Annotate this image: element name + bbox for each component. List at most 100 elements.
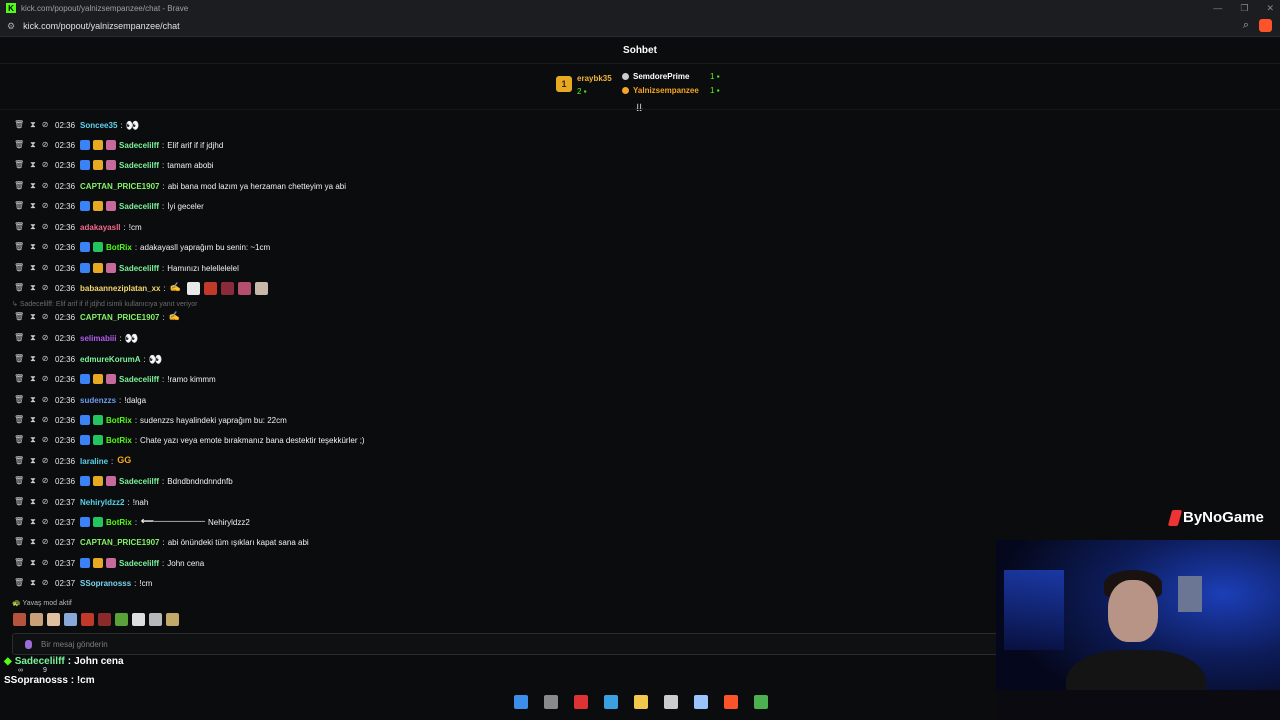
windows-icon[interactable] <box>514 695 528 709</box>
trash-icon[interactable]: 🗑 <box>14 374 24 384</box>
trash-icon[interactable]: 🗑 <box>14 160 24 170</box>
timeout-icon[interactable]: ⧗ <box>30 242 36 252</box>
timeout-icon[interactable]: ⧗ <box>30 578 36 588</box>
message-username[interactable]: BotRix <box>106 518 132 527</box>
message-username[interactable]: Sadecelilff <box>119 559 159 568</box>
message-username[interactable]: adakayasll <box>80 223 120 232</box>
timeout-icon[interactable]: ⧗ <box>30 312 36 322</box>
message-username[interactable]: Sadecelilff <box>119 375 159 384</box>
quick-emote-icon[interactable] <box>81 613 94 626</box>
ban-icon[interactable]: ⊘ <box>42 395 49 405</box>
timeout-icon[interactable]: ⧗ <box>30 354 36 364</box>
chat-message[interactable]: 🗑 ⧗ ⊘ 02:36 selimabiii: 👀 <box>14 331 138 345</box>
chat-input-box[interactable]: Bir mesaj gönderin <box>12 633 998 655</box>
timeout-icon[interactable]: ⧗ <box>30 374 36 384</box>
top-gifter-name[interactable]: eraybk35 <box>577 74 612 83</box>
quick-emote-icon[interactable] <box>98 613 111 626</box>
timeout-icon[interactable]: ⧗ <box>30 537 36 547</box>
trash-icon[interactable]: 🗑 <box>14 263 24 273</box>
trash-icon[interactable]: 🗑 <box>14 558 24 568</box>
trash-icon[interactable]: 🗑 <box>14 181 24 191</box>
maximize-button[interactable]: ❐ <box>1240 0 1248 16</box>
chat-message[interactable]: 🗑 ⧗ ⊘ 02:36 BotRix: adakayasll yaprağım bu se… <box>14 240 270 254</box>
chrome-icon[interactable] <box>754 695 768 709</box>
site-settings-icon[interactable]: ⚙ <box>7 21 15 32</box>
timeout-icon[interactable]: ⧗ <box>30 263 36 273</box>
ban-icon[interactable]: ⊘ <box>42 456 49 466</box>
timeout-icon[interactable]: ⧗ <box>30 558 36 568</box>
message-username[interactable]: Sadecelilff <box>119 477 159 486</box>
message-username[interactable]: Sadecelilff <box>119 141 159 150</box>
brave-icon[interactable] <box>724 695 738 709</box>
supporter-row[interactable]: Yalnizsempanzee <box>622 86 699 95</box>
message-username[interactable]: Sadecelilff <box>119 161 159 170</box>
ban-icon[interactable]: ⊘ <box>42 578 49 588</box>
ban-icon[interactable]: ⊘ <box>42 415 49 425</box>
timeout-icon[interactable]: ⧗ <box>30 160 36 170</box>
ban-icon[interactable]: ⊘ <box>42 558 49 568</box>
minimize-button[interactable]: — <box>1213 0 1222 16</box>
url-text[interactable]: kick.com/popout/yalnizsempanzee/chat <box>23 21 180 31</box>
store-icon[interactable] <box>604 695 618 709</box>
ban-icon[interactable]: ⊘ <box>42 435 49 445</box>
chat-message[interactable]: 🗑 ⧗ ⊘ 02:36 Sadecelilff: Elif arif if if jdjh… <box>14 138 223 152</box>
zoom-icon[interactable]: ⌕ <box>1243 19 1249 32</box>
chat-message[interactable]: 🗑 ⧗ ⊘ 02:37 Sadecelilff: John cena <box>14 556 204 570</box>
ban-icon[interactable]: ⊘ <box>42 120 49 130</box>
trash-icon[interactable]: 🗑 <box>14 578 24 588</box>
steam-icon[interactable] <box>694 695 708 709</box>
quick-emote-icon[interactable] <box>132 613 145 626</box>
brave-shields-icon[interactable] <box>1259 19 1272 32</box>
timeout-icon[interactable]: ⧗ <box>30 476 36 486</box>
trash-icon[interactable]: 🗑 <box>14 333 24 343</box>
chat-message[interactable]: 🗑 ⧗ ⊘ 02:36 BotRix: sudenzzs hayalindeki yapr… <box>14 413 287 427</box>
chat-message[interactable]: 🗑 ⧗ ⊘ 02:37 Nehiryldzz2: !nah <box>14 495 148 509</box>
message-username[interactable]: laraline <box>80 457 108 466</box>
message-username[interactable]: CAPTAN_PRICE1907 <box>80 313 159 322</box>
timeout-icon[interactable]: ⧗ <box>30 497 36 507</box>
timeout-icon[interactable]: ⧗ <box>30 517 36 527</box>
chat-message[interactable]: 🗑 ⧗ ⊘ 02:36 Sadecelilff: Bdndbndndnndnfb <box>14 474 233 488</box>
ban-icon[interactable]: ⊘ <box>42 333 49 343</box>
quick-emote-icon[interactable] <box>166 613 179 626</box>
chat-message[interactable]: 🗑 ⧗ ⊘ 02:36 BotRix: Chate yazı veya emote bır… <box>14 433 365 447</box>
timeout-icon[interactable]: ⧗ <box>30 456 36 466</box>
emote-picker-icon[interactable] <box>25 639 32 649</box>
quick-emote-icon[interactable] <box>64 613 77 626</box>
ban-icon[interactable]: ⊘ <box>42 354 49 364</box>
message-username[interactable]: SSopranosss <box>80 579 131 588</box>
message-username[interactable]: CAPTAN_PRICE1907 <box>80 182 159 191</box>
chat-message[interactable]: 🗑 ⧗ ⊘ 02:36 Sadecelilff: !ramo kimmm <box>14 372 216 386</box>
ban-icon[interactable]: ⊘ <box>42 374 49 384</box>
trash-icon[interactable]: 🗑 <box>14 242 24 252</box>
trash-icon[interactable]: 🗑 <box>14 140 24 150</box>
timeout-icon[interactable]: ⧗ <box>30 435 36 445</box>
ban-icon[interactable]: ⊘ <box>42 263 49 273</box>
trash-icon[interactable]: 🗑 <box>14 435 24 445</box>
message-username[interactable]: Nehiryldzz2 <box>80 498 124 507</box>
snip-icon[interactable] <box>574 695 588 709</box>
chat-message[interactable]: 🗑 ⧗ ⊘ 02:36 sudenzzs: !dalga <box>14 393 146 407</box>
trash-icon[interactable]: 🗑 <box>14 476 24 486</box>
ban-icon[interactable]: ⊘ <box>42 140 49 150</box>
ban-icon[interactable]: ⊘ <box>42 181 49 191</box>
ban-icon[interactable]: ⊘ <box>42 537 49 547</box>
trash-icon[interactable]: 🗑 <box>14 395 24 405</box>
message-username[interactable]: sudenzzs <box>80 396 116 405</box>
message-username[interactable]: selimabiii <box>80 334 116 343</box>
message-username[interactable]: Sadecelilff <box>119 202 159 211</box>
chat-message[interactable]: 🗑 ⧗ ⊘ 02:36 adakayasll: !cm <box>14 220 142 234</box>
trash-icon[interactable]: 🗑 <box>14 312 24 322</box>
ban-icon[interactable]: ⊘ <box>42 476 49 486</box>
ban-icon[interactable]: ⊘ <box>42 242 49 252</box>
quick-emote-icon[interactable] <box>115 613 128 626</box>
message-username[interactable]: BotRix <box>106 243 132 252</box>
chat-input-placeholder[interactable]: Bir mesaj gönderin <box>41 640 108 649</box>
ban-icon[interactable]: ⊘ <box>42 283 49 293</box>
timeout-icon[interactable]: ⧗ <box>30 333 36 343</box>
message-username[interactable]: babaanneziplatan_xx <box>80 284 160 293</box>
chat-message[interactable]: 🗑 ⧗ ⊘ 02:37 BotRix: ⟵──────── Nehiryldzz2 <box>14 515 250 529</box>
supporter-row[interactable]: SemdorePrime <box>622 72 689 81</box>
timeout-icon[interactable]: ⧗ <box>30 283 36 293</box>
trash-icon[interactable]: 🗑 <box>14 120 24 130</box>
